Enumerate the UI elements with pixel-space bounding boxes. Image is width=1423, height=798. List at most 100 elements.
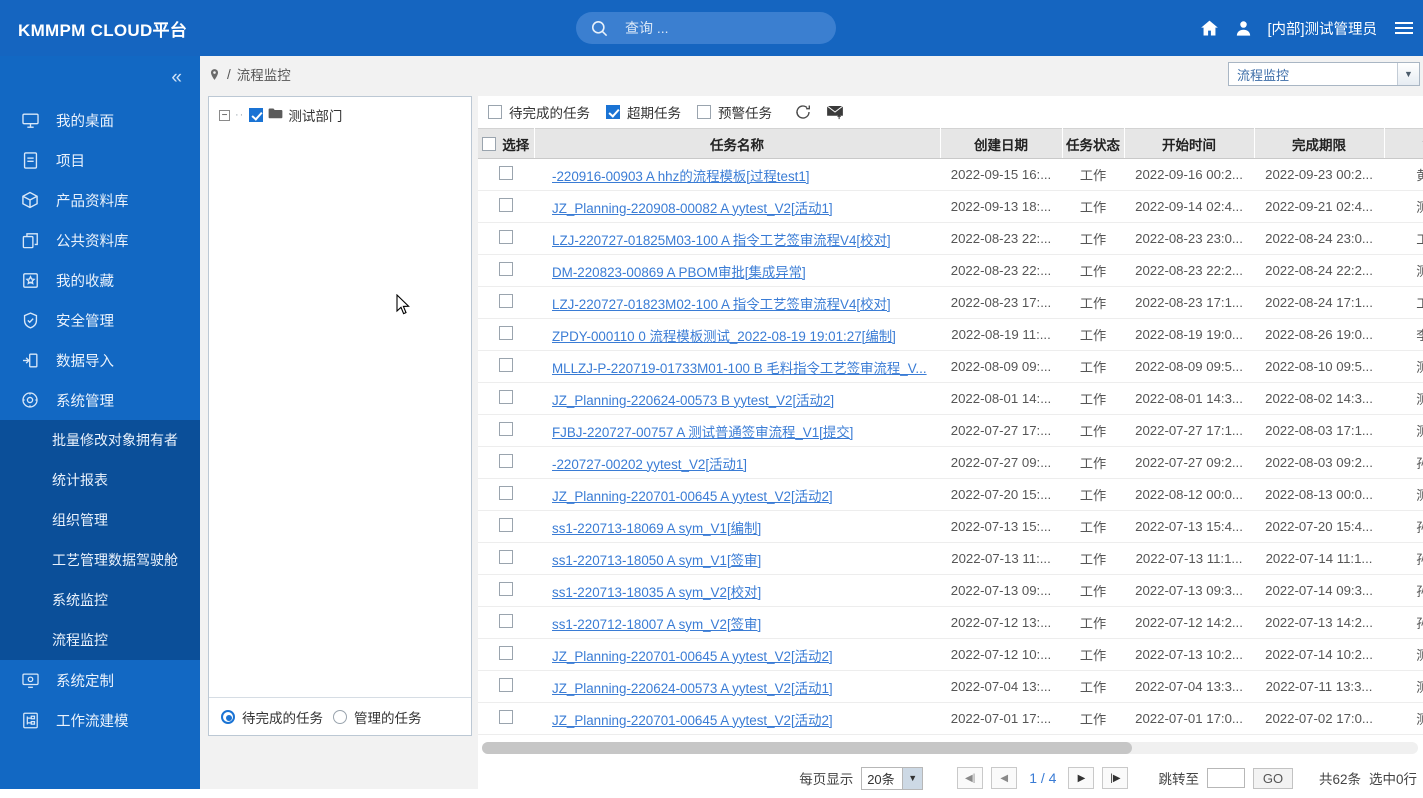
- row-checkbox[interactable]: [499, 646, 513, 660]
- row-checkbox[interactable]: [499, 294, 513, 308]
- global-search-box[interactable]: [576, 12, 836, 44]
- table-row[interactable]: LZJ-220727-01823M02-100 A 指令工艺签审流程V4[校对]…: [478, 286, 1423, 319]
- table-row[interactable]: FJBJ-220727-00757 A 测试普通签审流程_V1[提交] 2022-…: [478, 414, 1423, 447]
- row-checkbox[interactable]: [499, 262, 513, 276]
- task-name-link[interactable]: ss1-220713-18050 A sym_V1[签审]: [552, 553, 761, 568]
- col-task-name[interactable]: 任务名称: [534, 128, 941, 159]
- row-select-cell[interactable]: [478, 638, 534, 671]
- row-checkbox[interactable]: [499, 486, 513, 500]
- sidebar-item-workflow-modeling[interactable]: 工作流建模: [0, 700, 200, 740]
- col-task-state[interactable]: 任务状态: [1062, 128, 1125, 159]
- row-select-cell[interactable]: [478, 574, 534, 607]
- row-checkbox[interactable]: [499, 710, 513, 724]
- filter-checkbox[interactable]: [606, 105, 620, 119]
- row-checkbox[interactable]: [499, 614, 513, 628]
- row-checkbox[interactable]: [499, 166, 513, 180]
- task-name-link[interactable]: -220727-00202 yytest_V2[活动1]: [552, 457, 747, 472]
- task-name-link[interactable]: DM-220823-00869 A PBOM审批[集成异常]: [552, 265, 806, 280]
- sidebar-item-favorites[interactable]: 我的收藏: [0, 260, 200, 300]
- task-name-link[interactable]: JZ_Planning-220701-00645 A yytest_V2[活动2…: [552, 649, 833, 664]
- task-name-link[interactable]: MLLZJ-P-220719-01733M01-100 B 毛料指令工艺签审流程…: [552, 361, 927, 376]
- table-row[interactable]: ZPDY-000110 0 流程模板测试_2022-08-19 19:01:27…: [478, 318, 1423, 351]
- table-row[interactable]: -220727-00202 yytest_V2[活动1] 2022-07-27 0…: [478, 446, 1423, 479]
- row-select-cell[interactable]: [478, 670, 534, 703]
- sidebar-item-security[interactable]: 安全管理: [0, 300, 200, 340]
- search-input[interactable]: [623, 19, 803, 37]
- row-select-cell[interactable]: [478, 702, 534, 735]
- row-select-cell[interactable]: [478, 158, 534, 191]
- table-row[interactable]: JZ_Planning-220624-00573 B yytest_V2[活动2…: [478, 382, 1423, 415]
- row-select-cell[interactable]: [478, 190, 534, 223]
- row-checkbox[interactable]: [499, 198, 513, 212]
- col-start-time[interactable]: 开始时间: [1124, 128, 1255, 159]
- task-name-link[interactable]: ss1-220713-18035 A sym_V2[校对]: [552, 585, 761, 600]
- row-select-cell[interactable]: [478, 318, 534, 351]
- sidebar-item-product-library[interactable]: 产品资料库: [0, 180, 200, 220]
- row-checkbox[interactable]: [499, 358, 513, 372]
- task-name-link[interactable]: FJBJ-220727-00757 A 测试普通签审流程_V1[提交]: [552, 425, 853, 440]
- hamburger-icon[interactable]: [1395, 22, 1413, 34]
- table-row[interactable]: ss1-220713-18069 A sym_V1[编制] 2022-07-13 …: [478, 510, 1423, 543]
- row-checkbox[interactable]: [499, 550, 513, 564]
- select-all-checkbox[interactable]: [482, 136, 497, 151]
- row-checkbox[interactable]: [499, 390, 513, 404]
- task-name-link[interactable]: ss1-220713-18069 A sym_V1[编制]: [552, 521, 761, 536]
- task-name-link[interactable]: LZJ-220727-01823M02-100 A 指令工艺签审流程V4[校对]: [552, 297, 891, 312]
- row-select-cell[interactable]: [478, 382, 534, 415]
- sidebar-item-batch-owner-change[interactable]: 批量修改对象拥有者: [0, 420, 200, 460]
- row-checkbox[interactable]: [499, 582, 513, 596]
- sidebar-collapse-button[interactable]: «: [0, 56, 200, 100]
- scrollbar-thumb[interactable]: [482, 742, 1132, 754]
- sidebar-item-data-import[interactable]: 数据导入: [0, 340, 200, 380]
- filter-checkbox[interactable]: [697, 105, 711, 119]
- table-row[interactable]: ss1-220713-18050 A sym_V1[签审] 2022-07-13 …: [478, 542, 1423, 575]
- filter-overdue-tasks[interactable]: 超期任务: [606, 102, 681, 122]
- table-row[interactable]: JZ_Planning-220701-00645 A yytest_V2[活动2…: [478, 638, 1423, 671]
- jump-page-input[interactable]: [1206, 768, 1245, 788]
- row-checkbox[interactable]: [499, 454, 513, 468]
- table-row[interactable]: JZ_Planning-220908-00082 A yytest_V2[活动1…: [478, 190, 1423, 223]
- filter-checkbox[interactable]: [488, 105, 502, 119]
- row-checkbox[interactable]: [499, 678, 513, 692]
- row-select-cell[interactable]: [478, 350, 534, 383]
- row-checkbox[interactable]: [499, 230, 513, 244]
- sidebar-item-project[interactable]: 项目: [0, 140, 200, 180]
- radio-pending-tasks[interactable]: 待完成的任务: [221, 707, 323, 727]
- row-select-cell[interactable]: [478, 222, 534, 255]
- task-name-link[interactable]: ZPDY-000110 0 流程模板测试_2022-08-19 19:01:27…: [552, 329, 896, 344]
- task-name-link[interactable]: JZ_Planning-220908-00082 A yytest_V2[活动1…: [552, 201, 833, 216]
- table-row[interactable]: JZ_Planning-220701-00645 A yytest_V2[活动2…: [478, 478, 1423, 511]
- sidebar-item-system-customization[interactable]: 系统定制: [0, 660, 200, 700]
- row-checkbox[interactable]: [499, 422, 513, 436]
- tree-node-checkbox[interactable]: [249, 108, 264, 122]
- next-page-icon[interactable]: ▶: [1068, 767, 1095, 789]
- row-select-cell[interactable]: [478, 414, 534, 447]
- row-checkbox[interactable]: [499, 518, 513, 532]
- task-name-link[interactable]: -220916-00903 A hhz的流程模板[过程test1]: [552, 169, 810, 184]
- chevron-down-icon[interactable]: ▼: [1397, 63, 1419, 85]
- task-name-link[interactable]: JZ_Planning-220624-00573 A yytest_V2[活动1…: [552, 681, 833, 696]
- table-row[interactable]: JZ_Planning-220624-00573 A yytest_V2[活动1…: [478, 670, 1423, 703]
- table-row[interactable]: MLLZJ-P-220719-01733M01-100 B 毛料指令工艺签审流程…: [478, 350, 1423, 383]
- table-row[interactable]: -220916-00903 A hhz的流程模板[过程test1] 2022-09…: [478, 158, 1423, 191]
- table-row[interactable]: ss1-220713-18035 A sym_V2[校对] 2022-07-13 …: [478, 574, 1423, 607]
- sidebar-item-process-monitor[interactable]: 流程监控: [0, 620, 200, 660]
- task-name-link[interactable]: LZJ-220727-01825M03-100 A 指令工艺签审流程V4[校对]: [552, 233, 891, 248]
- radio-indicator[interactable]: [333, 709, 347, 724]
- table-row[interactable]: ss1-220712-18007 A sym_V2[签审] 2022-07-12 …: [478, 606, 1423, 639]
- row-checkbox[interactable]: [499, 326, 513, 340]
- sidebar-item-system-monitor[interactable]: 系统监控: [0, 580, 200, 620]
- table-row[interactable]: JZ_Planning-220701-00645 A yytest_V2[活动2…: [478, 702, 1423, 735]
- sidebar-item-statistics-report[interactable]: 统计报表: [0, 460, 200, 500]
- radio-managed-tasks[interactable]: 管理的任务: [333, 707, 422, 727]
- task-name-link[interactable]: JZ_Planning-220624-00573 B yytest_V2[活动2…: [552, 393, 834, 408]
- sidebar-item-organization-management[interactable]: 组织管理: [0, 500, 200, 540]
- col-created-date[interactable]: 创建日期: [940, 128, 1063, 159]
- col-manager[interactable]: 管理: [1384, 128, 1423, 159]
- table-row[interactable]: LZJ-220727-01825M03-100 A 指令工艺签审流程V4[校对]…: [478, 222, 1423, 255]
- row-select-cell[interactable]: [478, 286, 534, 319]
- home-icon[interactable]: [1199, 18, 1220, 39]
- row-select-cell[interactable]: [478, 510, 534, 543]
- filter-warning-tasks[interactable]: 预警任务: [697, 102, 772, 122]
- horizontal-scrollbar[interactable]: [482, 742, 1418, 754]
